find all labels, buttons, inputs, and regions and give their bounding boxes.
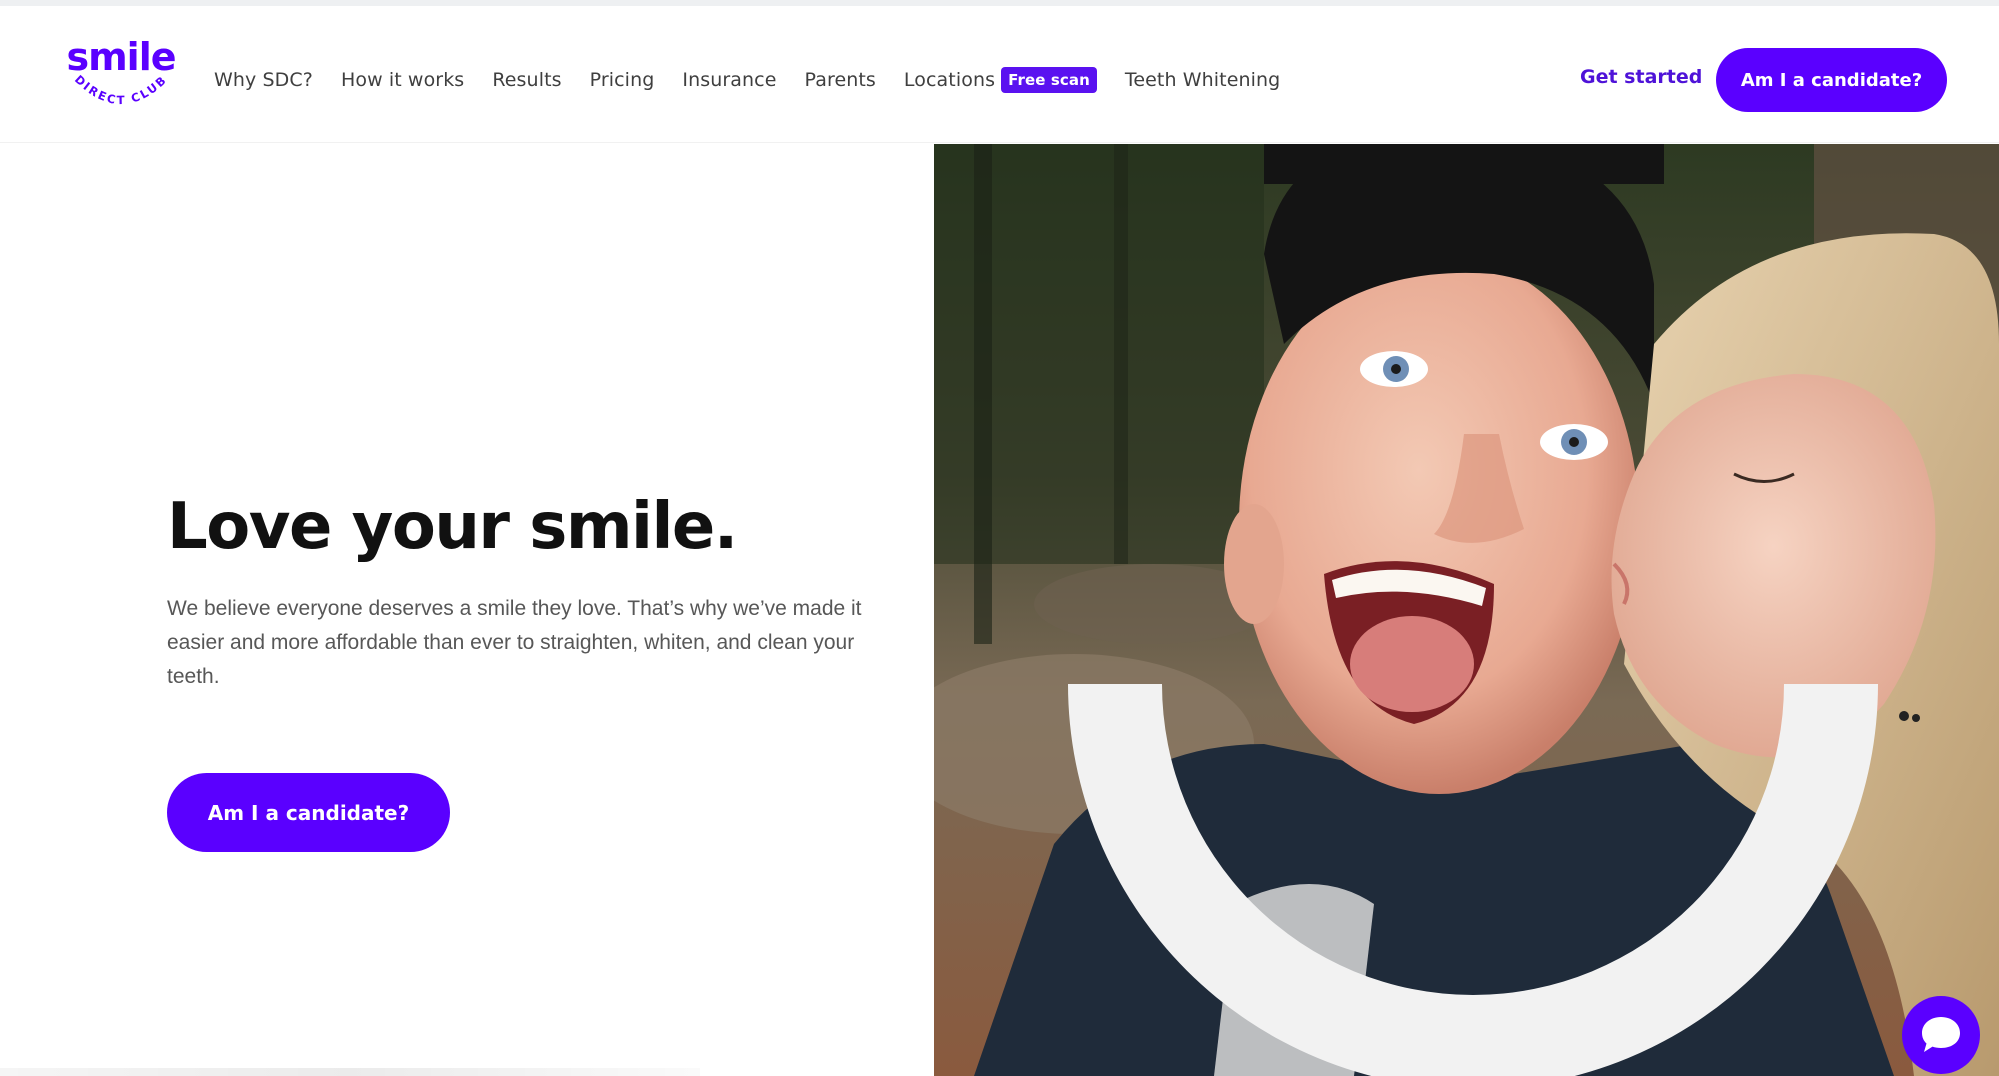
nav-how-it-works[interactable]: How it works bbox=[341, 69, 464, 91]
hero-image bbox=[934, 144, 1999, 1076]
site-header: smile DIRECT CLUB Why SDC? How it works … bbox=[0, 0, 1999, 143]
get-started-link[interactable]: Get started bbox=[1580, 66, 1702, 88]
hero-description: We believe everyone deserves a smile the… bbox=[167, 597, 862, 688]
nav-why-sdc[interactable]: Why SDC? bbox=[214, 69, 313, 91]
bottom-edge-shadow bbox=[0, 1068, 700, 1076]
nav-results[interactable]: Results bbox=[492, 69, 561, 91]
chat-button[interactable] bbox=[1902, 996, 1980, 1074]
main-nav: Why SDC? How it works Results Pricing In… bbox=[214, 60, 1308, 100]
nav-locations[interactable]: Locations Free scan bbox=[904, 67, 1097, 93]
free-scan-badge: Free scan bbox=[1001, 67, 1097, 93]
header-candidate-button[interactable]: Am I a candidate? bbox=[1716, 48, 1947, 112]
smile-direct-club-logo[interactable]: smile DIRECT CLUB bbox=[62, 30, 180, 122]
logo-word: smile bbox=[66, 35, 175, 79]
nav-pricing[interactable]: Pricing bbox=[590, 69, 655, 91]
hero-title: Love your smile. bbox=[167, 490, 738, 564]
hero-candidate-button[interactable]: Am I a candidate? bbox=[167, 773, 450, 852]
nav-teeth-whitening[interactable]: Teeth Whitening bbox=[1125, 69, 1280, 91]
chat-bubble-icon bbox=[1922, 1017, 1960, 1052]
nav-parents[interactable]: Parents bbox=[805, 69, 876, 91]
page: smile DIRECT CLUB Why SDC? How it works … bbox=[0, 0, 1999, 1076]
nav-insurance[interactable]: Insurance bbox=[682, 69, 776, 91]
